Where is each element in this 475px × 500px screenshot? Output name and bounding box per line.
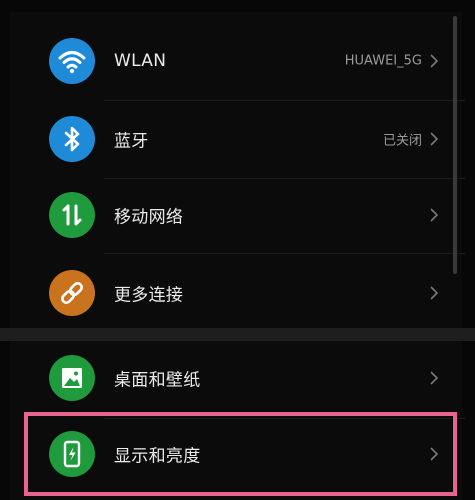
- scrollbar[interactable]: [453, 16, 457, 274]
- settings-row-label: 显示和亮度: [114, 446, 201, 467]
- settings-row-label: 移动网络: [114, 207, 184, 228]
- settings-row-label: WLAN: [114, 51, 167, 71]
- wifi-icon: [49, 38, 95, 84]
- settings-row-value: 已关闭: [382, 133, 422, 149]
- chevron-right-icon: [428, 446, 440, 462]
- chevron-right-icon: [428, 53, 440, 69]
- settings-screen: WLAN HUAWEI_5G 蓝牙 已关闭 移动网络 更多连接 桌面和壁纸 显示…: [0, 0, 475, 500]
- settings-row-display-brightness[interactable]: 显示和亮度: [10, 415, 462, 493]
- settings-row-label: 更多连接: [114, 285, 184, 306]
- settings-row-value: HUAWEI_5G: [344, 53, 422, 69]
- settings-row-home-wallpaper[interactable]: 桌面和壁纸: [10, 339, 462, 417]
- chevron-right-icon: [428, 207, 440, 223]
- settings-row-label: 蓝牙: [114, 131, 149, 152]
- settings-row-wlan[interactable]: WLAN HUAWEI_5G: [10, 22, 462, 100]
- settings-row-label: 桌面和壁纸: [114, 370, 201, 391]
- settings-row-bluetooth[interactable]: 蓝牙 已关闭: [10, 100, 462, 178]
- settings-row-mobile-network[interactable]: 移动网络: [10, 176, 462, 254]
- phone-brightness-icon: [49, 431, 95, 477]
- settings-row-more-connections[interactable]: 更多连接: [10, 254, 462, 332]
- bluetooth-icon: [49, 116, 95, 162]
- link-icon: [49, 270, 95, 316]
- chevron-right-icon: [428, 285, 440, 301]
- chevron-right-icon: [428, 131, 440, 147]
- chevron-right-icon: [428, 370, 440, 386]
- mobile-data-icon: [49, 192, 95, 238]
- image-icon: [49, 355, 95, 401]
